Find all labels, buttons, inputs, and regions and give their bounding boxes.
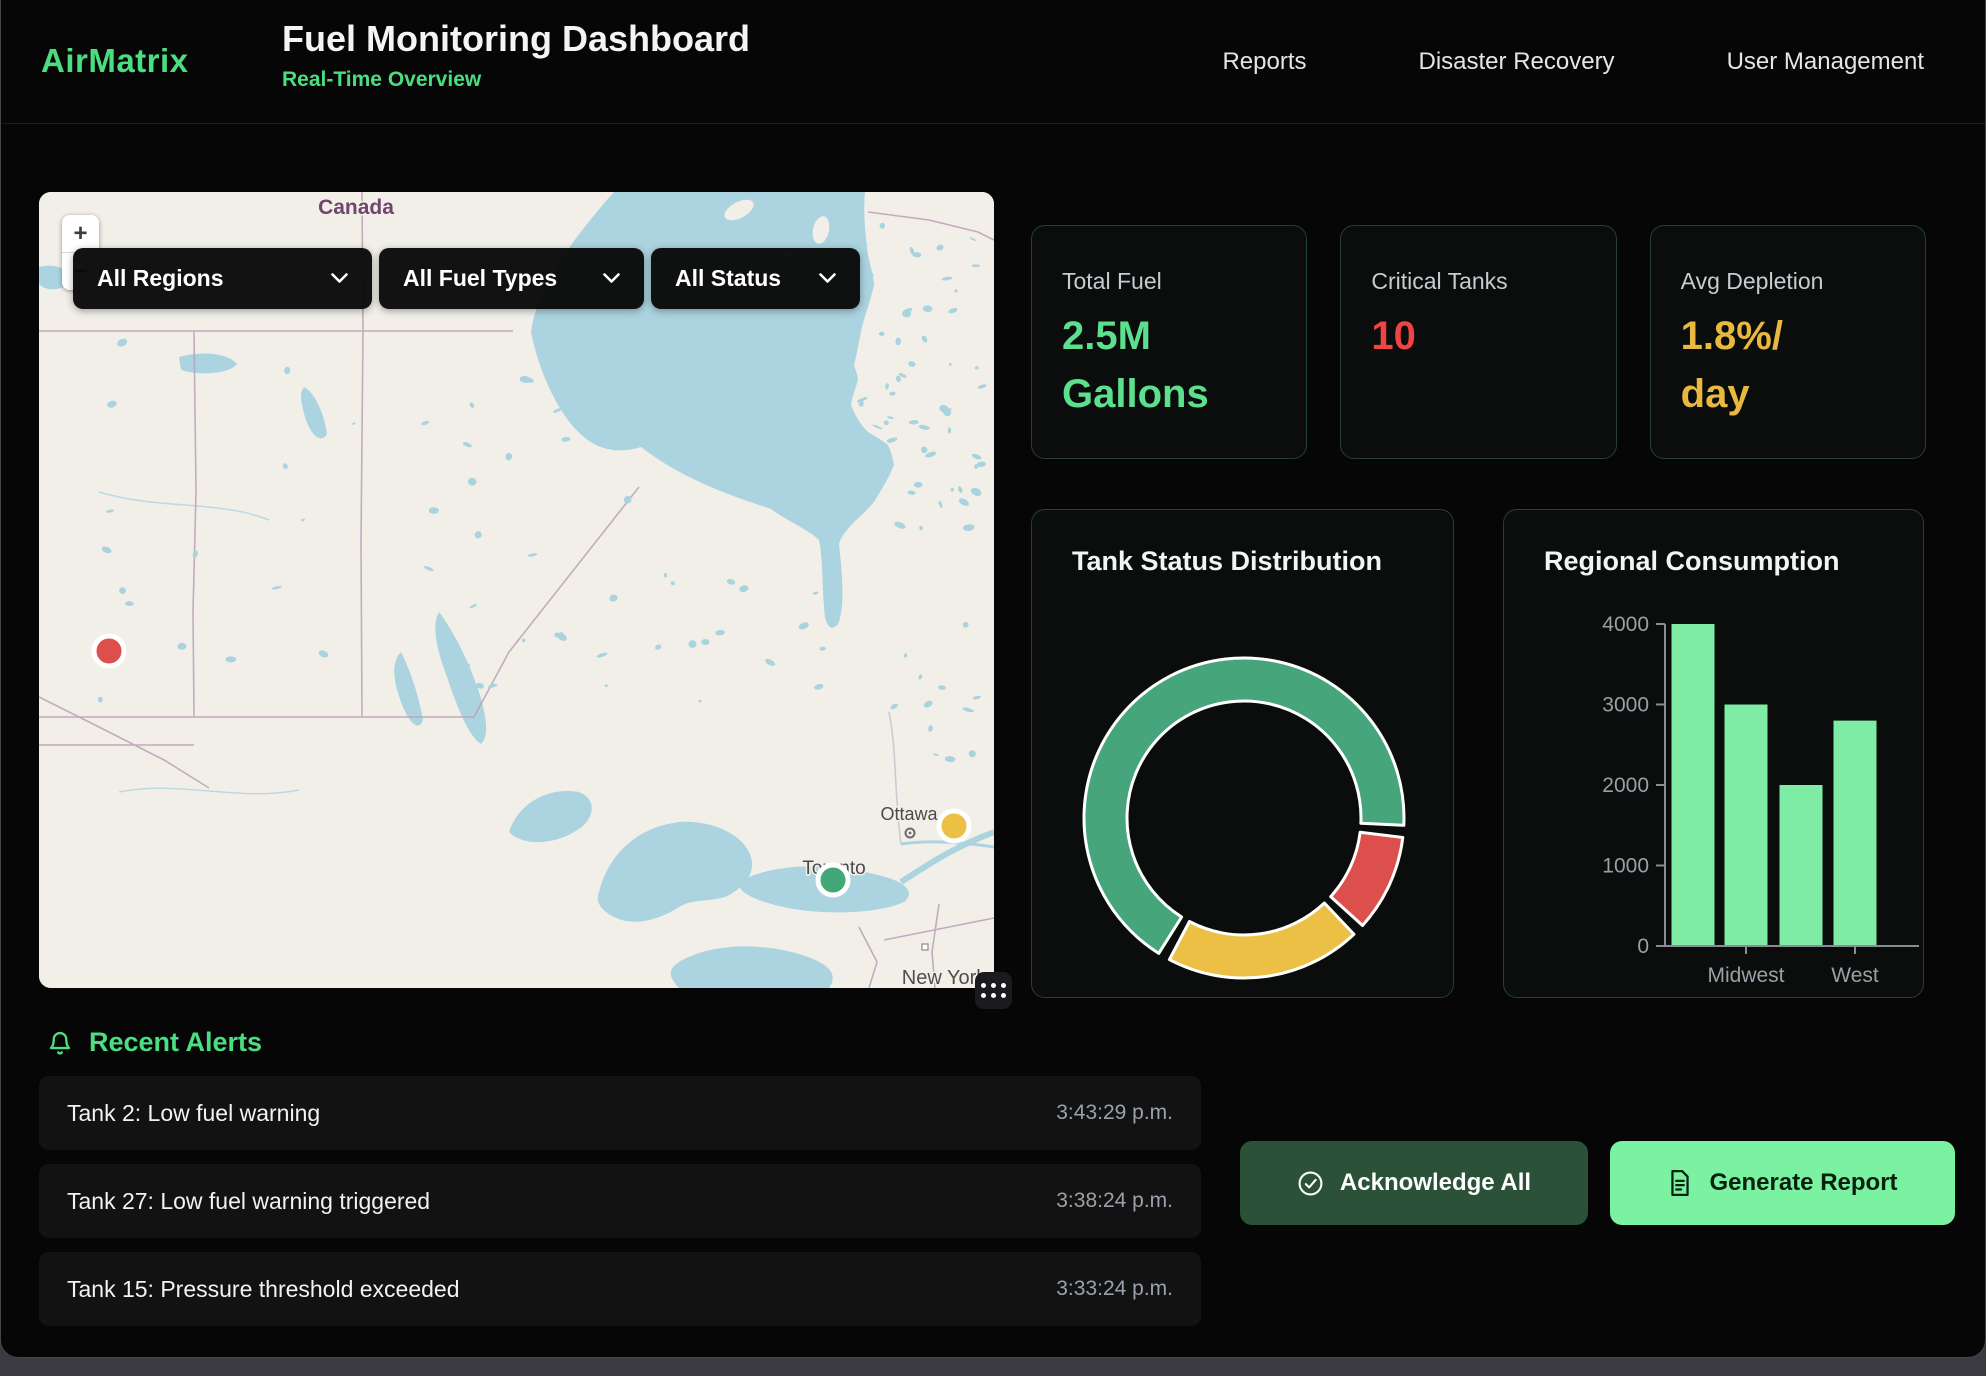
tank-marker-critical[interactable] <box>94 636 124 666</box>
generate-report-label: Generate Report <box>1709 1169 1897 1197</box>
chart-panels: Tank Status Distribution Regional Consum… <box>1031 509 1924 998</box>
bar-region-3 <box>1780 785 1823 946</box>
alert-timestamp: 3:43:29 p.m. <box>1056 1101 1173 1125</box>
donut-segment-warning <box>1169 903 1354 978</box>
alerts-header: Recent Alerts <box>45 1027 262 1058</box>
region-filter-value: All Regions <box>97 265 224 292</box>
alert-timestamp: 3:33:24 p.m. <box>1056 1277 1173 1301</box>
stat-value-line: 2.5M <box>1062 307 1276 365</box>
donut-chart-title: Tank Status Distribution <box>1072 546 1382 577</box>
bar-y-tick-label: 4000 <box>1602 613 1649 636</box>
bar-x-tick-label: Midwest <box>1707 964 1784 987</box>
title-block: Fuel Monitoring Dashboard Real-Time Over… <box>282 18 750 92</box>
stat-value-line: Gallons <box>1062 365 1276 423</box>
alert-message: Tank 15: Pressure threshold exceeded <box>67 1276 460 1303</box>
ottawa-town-dot <box>909 832 912 835</box>
regional-consumption-panel: Regional Consumption 0 1000 2000 3000 4000 Mi… <box>1503 509 1924 998</box>
regional-consumption-bar-chart: 0 1000 2000 3000 4000 Midwest West <box>1504 510 1924 998</box>
alert-row: Tank 27: Low fuel warning triggered 3:38… <box>39 1164 1201 1238</box>
alert-row: Tank 2: Low fuel warning 3:43:29 p.m. <box>39 1076 1201 1150</box>
map-label-ottawa: Ottawa <box>880 804 938 824</box>
bar-x-tick-label: West <box>1831 964 1879 987</box>
stat-card-total-fuel: Total Fuel 2.5M Gallons <box>1031 225 1307 459</box>
nav-disaster-recovery[interactable]: Disaster Recovery <box>1419 48 1615 76</box>
map-canvas[interactable]: Canada Ottawa Toronto New York <box>39 192 994 988</box>
app-window: AirMatrix Fuel Monitoring Dashboard Real… <box>0 0 1986 1358</box>
map-filter-bar: All Regions All Fuel Types All Status <box>73 248 860 309</box>
stat-cards: Total Fuel 2.5M Gallons Critical Tanks 1… <box>1031 225 1926 459</box>
stat-value-line: 1.8%/ <box>1681 307 1895 365</box>
stat-card-critical-tanks: Critical Tanks 10 <box>1340 225 1616 459</box>
alert-row: Tank 15: Pressure threshold exceeded 3:3… <box>39 1252 1201 1326</box>
resize-grip[interactable] <box>975 972 1012 1009</box>
acknowledge-all-label: Acknowledge All <box>1340 1169 1531 1197</box>
map-panel: Canada Ottawa Toronto New York + − All R… <box>39 192 994 988</box>
stat-value-line: day <box>1681 365 1895 423</box>
check-circle-icon <box>1297 1170 1324 1197</box>
page-title: Fuel Monitoring Dashboard <box>282 18 750 60</box>
status-filter-dropdown[interactable]: All Status <box>651 248 860 309</box>
zoom-in-button[interactable]: + <box>62 215 99 252</box>
alerts-heading: Recent Alerts <box>89 1027 262 1058</box>
file-report-icon <box>1667 1169 1693 1197</box>
tank-marker-warning[interactable] <box>939 811 969 841</box>
alert-message: Tank 2: Low fuel warning <box>67 1100 320 1127</box>
bar-region-1 <box>1672 624 1715 946</box>
fuel-type-filter-value: All Fuel Types <box>403 265 557 292</box>
bar-midwest <box>1725 705 1768 947</box>
nav-reports[interactable]: Reports <box>1222 48 1306 76</box>
generate-report-button[interactable]: Generate Report <box>1610 1141 1955 1225</box>
stat-label: Critical Tanks <box>1371 268 1585 295</box>
status-filter-value: All Status <box>675 265 781 292</box>
bar-y-tick-label: 1000 <box>1602 855 1649 878</box>
chevron-down-icon <box>819 273 836 284</box>
stat-card-avg-depletion: Avg Depletion 1.8%/ day <box>1650 225 1926 459</box>
donut-segment-critical <box>1331 832 1403 925</box>
bar-y-tick-label: 3000 <box>1602 694 1649 717</box>
fuel-type-filter-dropdown[interactable]: All Fuel Types <box>379 248 644 309</box>
alert-timestamp: 3:38:24 p.m. <box>1056 1189 1173 1213</box>
bar-chart-title: Regional Consumption <box>1544 546 1839 577</box>
acknowledge-all-button[interactable]: Acknowledge All <box>1240 1141 1588 1225</box>
header: AirMatrix Fuel Monitoring Dashboard Real… <box>1 0 1985 124</box>
brand-logo[interactable]: AirMatrix <box>41 42 189 80</box>
stat-value-line: 10 <box>1371 307 1585 365</box>
tank-marker-normal[interactable] <box>818 865 848 895</box>
region-filter-dropdown[interactable]: All Regions <box>73 248 372 309</box>
chevron-down-icon <box>603 273 620 284</box>
nav-user-management[interactable]: User Management <box>1727 48 1924 76</box>
stat-label: Avg Depletion <box>1681 268 1895 295</box>
page-subtitle: Real-Time Overview <box>282 68 750 92</box>
alert-message: Tank 27: Low fuel warning triggered <box>67 1188 430 1215</box>
bar-y-tick-label: 0 <box>1637 935 1649 958</box>
main-nav: Reports Disaster Recovery User Managemen… <box>1222 0 1924 124</box>
bar-y-tick-label: 2000 <box>1602 774 1649 797</box>
tank-status-donut-chart <box>1032 510 1454 998</box>
newyork-town-icon <box>922 944 928 950</box>
stat-label: Total Fuel <box>1062 268 1276 295</box>
map-label-canada: Canada <box>318 196 394 219</box>
tank-status-panel: Tank Status Distribution <box>1031 509 1454 998</box>
bar-west <box>1834 721 1877 946</box>
bell-icon <box>45 1028 75 1058</box>
chevron-down-icon <box>331 273 348 284</box>
